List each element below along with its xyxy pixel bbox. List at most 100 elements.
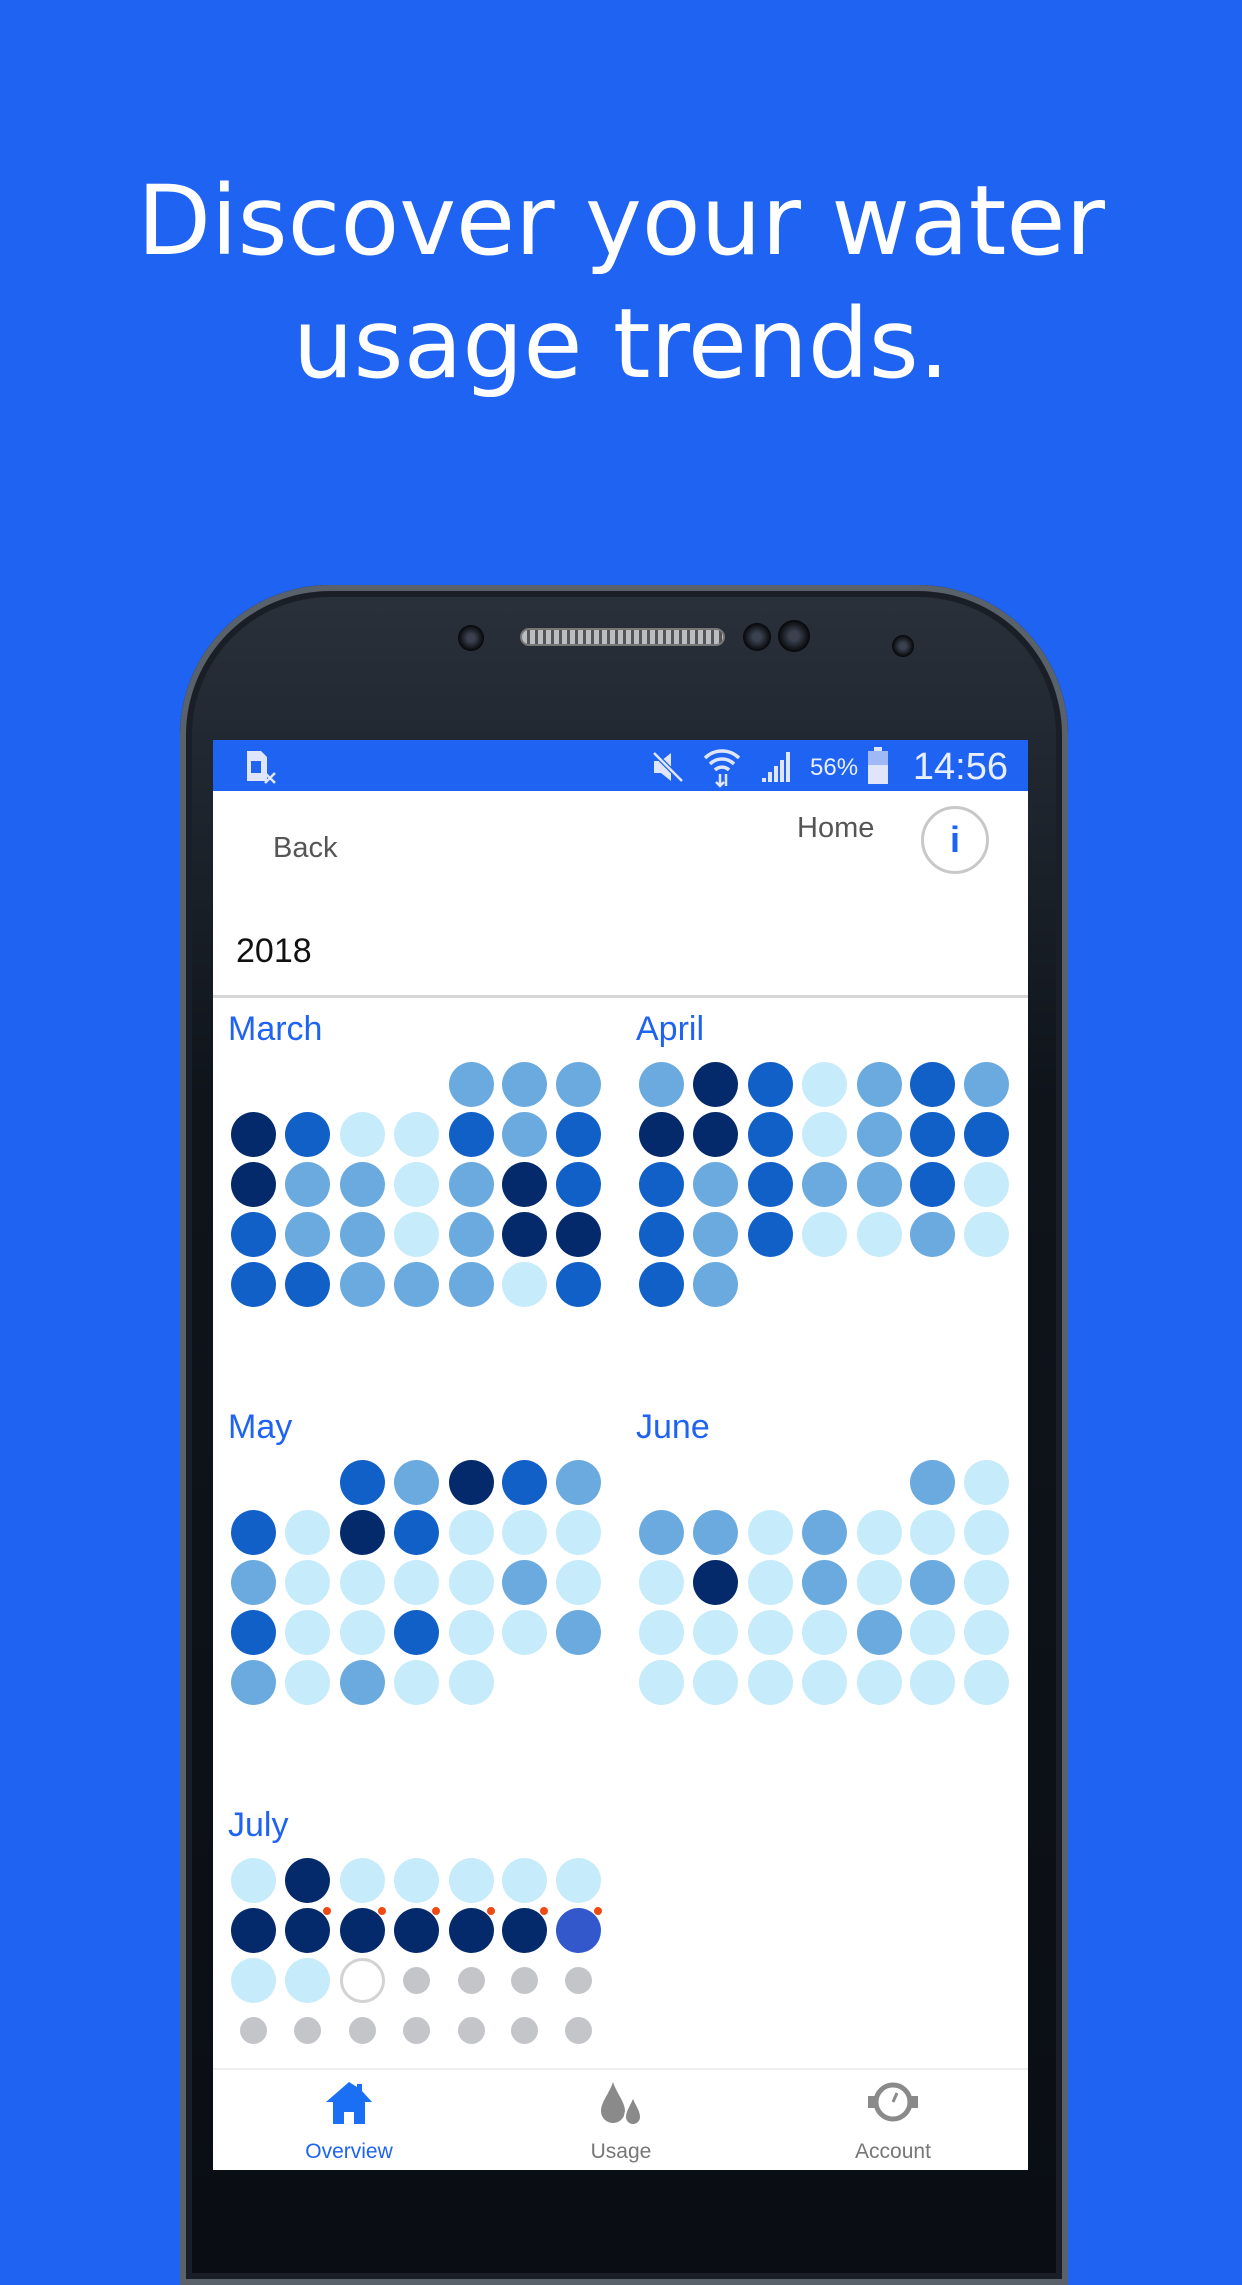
day-28[interactable] [394,1262,439,1307]
day-9[interactable] [964,1510,1009,1555]
home-button[interactable]: Home [797,812,874,845]
day-25[interactable] [403,2017,430,2044]
day-17[interactable] [449,1560,494,1605]
day-27[interactable] [231,1660,276,1705]
day-12[interactable] [449,1906,496,1953]
day-8[interactable] [910,1510,955,1555]
day-15[interactable] [231,1958,276,2003]
day-6[interactable] [802,1510,847,1555]
day-26[interactable] [748,1660,793,1705]
day-29[interactable] [340,1660,385,1705]
day-5[interactable] [556,1460,601,1505]
day-7[interactable] [285,1510,330,1555]
day-24[interactable] [349,2017,376,2044]
day-27[interactable] [340,1262,385,1307]
day-6[interactable] [340,1112,385,1157]
day-25[interactable] [231,1262,276,1307]
day-8[interactable] [639,1112,684,1157]
day-18[interactable] [403,1967,430,1994]
day-19[interactable] [857,1162,902,1207]
day-9[interactable] [285,1906,332,1953]
day-29[interactable] [449,1262,494,1307]
day-21[interactable] [857,1610,902,1655]
day-24[interactable] [748,1212,793,1257]
day-18[interactable] [693,1610,738,1655]
day-24[interactable] [449,1610,494,1655]
day-8[interactable] [449,1112,494,1157]
day-1[interactable] [639,1062,684,1107]
day-6[interactable] [231,1510,276,1555]
day-26[interactable] [556,1610,601,1655]
day-4[interactable] [394,1858,439,1903]
day-2[interactable] [394,1460,439,1505]
day-4[interactable] [802,1062,847,1107]
day-30[interactable] [964,1660,1009,1705]
day-15[interactable] [910,1560,955,1605]
day-14[interactable] [394,1162,439,1207]
day-2[interactable] [693,1062,738,1107]
day-5[interactable] [748,1510,793,1555]
day-4[interactable] [693,1510,738,1555]
day-18[interactable] [231,1212,276,1257]
day-31[interactable] [449,1660,494,1705]
day-14[interactable] [285,1560,330,1605]
day-13[interactable] [231,1560,276,1605]
day-2[interactable] [502,1062,547,1107]
day-19[interactable] [285,1212,330,1257]
day-10[interactable] [340,1906,387,1953]
day-21[interactable] [394,1212,439,1257]
nav-usage[interactable]: Usage [485,2070,757,2170]
day-17[interactable] [748,1162,793,1207]
day-21[interactable] [285,1610,330,1655]
day-17[interactable] [639,1610,684,1655]
day-14[interactable] [556,1906,603,1953]
day-22[interactable] [240,2017,267,2044]
day-11[interactable] [502,1510,547,1555]
day-11[interactable] [693,1560,738,1605]
day-24[interactable] [639,1660,684,1705]
day-9[interactable] [394,1510,439,1555]
day-27[interactable] [802,1660,847,1705]
day-19[interactable] [748,1610,793,1655]
day-22[interactable] [340,1610,385,1655]
day-22[interactable] [639,1212,684,1257]
day-13[interactable] [910,1112,955,1157]
day-18[interactable] [502,1560,547,1605]
day-15[interactable] [639,1162,684,1207]
day-11[interactable] [394,1906,441,1953]
day-14[interactable] [857,1560,902,1605]
day-4[interactable] [231,1112,276,1157]
back-button[interactable]: Back [273,832,337,865]
day-15[interactable] [340,1560,385,1605]
day-28[interactable] [285,1660,330,1705]
day-5[interactable] [285,1112,330,1157]
day-27[interactable] [511,2017,538,2044]
day-22[interactable] [910,1610,955,1655]
day-16[interactable] [502,1162,547,1207]
day-28[interactable] [964,1212,1009,1257]
day-2[interactable] [285,1858,330,1903]
day-11[interactable] [231,1162,276,1207]
day-9[interactable] [693,1112,738,1157]
day-23[interactable] [964,1610,1009,1655]
day-1[interactable] [231,1858,276,1903]
day-26[interactable] [857,1212,902,1257]
day-20[interactable] [231,1610,276,1655]
day-16[interactable] [285,1958,330,2003]
day-10[interactable] [556,1112,601,1157]
day-7[interactable] [394,1112,439,1157]
day-21[interactable] [964,1162,1009,1207]
day-4[interactable] [502,1460,547,1505]
day-15[interactable] [449,1162,494,1207]
day-6[interactable] [502,1858,547,1903]
day-26[interactable] [458,2017,485,2044]
day-25[interactable] [693,1660,738,1705]
day-13[interactable] [802,1560,847,1605]
day-10[interactable] [449,1510,494,1555]
day-1[interactable] [910,1460,955,1505]
day-19[interactable] [556,1560,601,1605]
day-1[interactable] [340,1460,385,1505]
day-6[interactable] [910,1062,955,1107]
day-9[interactable] [502,1112,547,1157]
day-30[interactable] [502,1262,547,1307]
